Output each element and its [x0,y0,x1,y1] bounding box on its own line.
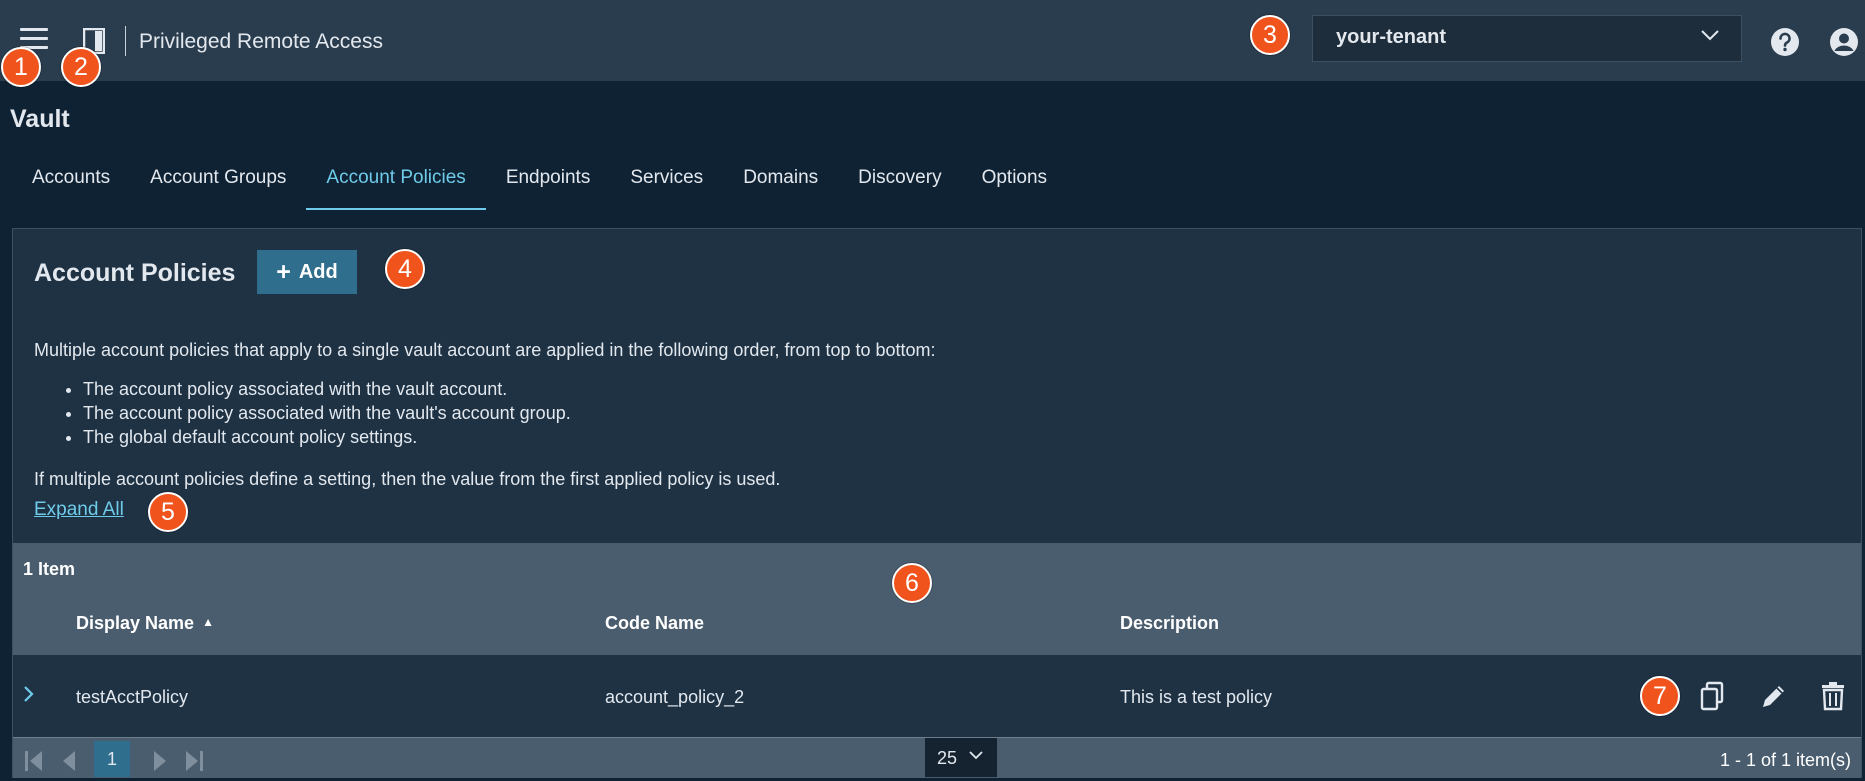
list-item: The global default account policy settin… [83,425,571,449]
tab-discovery[interactable]: Discovery [838,160,961,210]
tab-account-groups[interactable]: Account Groups [130,160,306,210]
callout-badge: 1 [1,47,41,87]
callout-badge: 3 [1250,15,1290,55]
policy-order-list: The account policy associated with the v… [83,377,571,449]
copy-icon[interactable] [1698,680,1728,712]
tab-accounts[interactable]: Accounts [12,160,130,210]
pager-info: 1 - 1 of 1 item(s) [1719,750,1851,770]
column-header-description[interactable]: Description [1120,613,1219,634]
item-count: 1 Item [23,559,76,579]
cell-display-name: testAcctPolicy [76,687,189,707]
first-page-icon[interactable] [23,748,45,774]
account-policies-panel: Account Policies + Add 4 Multiple accoun… [12,228,1862,778]
expand-all-link[interactable]: Expand All [34,499,124,521]
edit-pencil-icon[interactable] [1758,680,1788,712]
grid-pager: 1 25 1 - 1 of 1 item(s) [13,737,1861,778]
policy-order-description: Multiple account policies that apply to … [34,340,936,360]
top-bar: Privileged Remote Access your-tenant [0,0,1865,81]
list-item: The account policy associated with the v… [83,377,571,401]
page-size-select[interactable]: 25 [925,738,997,777]
chevron-down-icon [969,751,983,760]
tab-endpoints[interactable]: Endpoints [486,160,611,210]
callout-badge: 7 [1640,676,1680,716]
list-item: The account policy associated with the v… [83,401,571,425]
callout-badge: 5 [148,492,188,532]
panel-title: Account Policies [34,259,236,287]
callout-badge: 2 [61,47,101,87]
sort-ascending-icon: ▲ [202,615,214,629]
previous-page-icon[interactable] [58,748,80,774]
page-number-current[interactable]: 1 [94,741,130,777]
chevron-down-icon [1701,30,1719,41]
table-row: testAcctPolicy account_policy_2 This is … [13,655,1861,737]
tab-bar: Accounts Account Groups Account Policies… [12,160,1067,210]
trash-icon[interactable] [1818,680,1848,712]
header-divider [125,26,126,56]
tenant-select[interactable]: your-tenant [1312,15,1742,62]
callout-badge: 6 [892,563,932,603]
plus-icon: + [276,257,291,286]
tab-domains[interactable]: Domains [723,160,838,210]
column-header-code-name[interactable]: Code Name [605,613,704,634]
cell-code-name: account_policy_2 [605,687,745,707]
help-icon[interactable] [1770,27,1800,57]
user-account-icon[interactable] [1829,27,1859,57]
add-button[interactable]: + Add [257,250,357,294]
page-title: Vault [10,105,70,133]
add-button-label: Add [298,260,338,283]
column-header-display-name[interactable]: Display Name ▲ [76,613,214,634]
app-title: Privileged Remote Access [139,30,383,53]
callout-badge: 4 [385,249,425,289]
policy-note: If multiple account policies define a se… [34,469,781,489]
cell-description: This is a test policy [1120,687,1273,707]
last-page-icon[interactable] [183,748,205,774]
grid-header: 1 Item Display Name ▲ Code Name Descripti… [13,543,1861,655]
page-size-value: 25 [937,748,958,768]
tab-services[interactable]: Services [610,160,723,210]
chevron-right-icon[interactable] [22,682,36,706]
column-header-label: Display Name [76,613,195,633]
tab-options[interactable]: Options [962,160,1067,210]
tab-account-policies[interactable]: Account Policies [306,160,487,210]
next-page-icon[interactable] [149,748,171,774]
tenant-select-value: your-tenant [1336,26,1446,48]
